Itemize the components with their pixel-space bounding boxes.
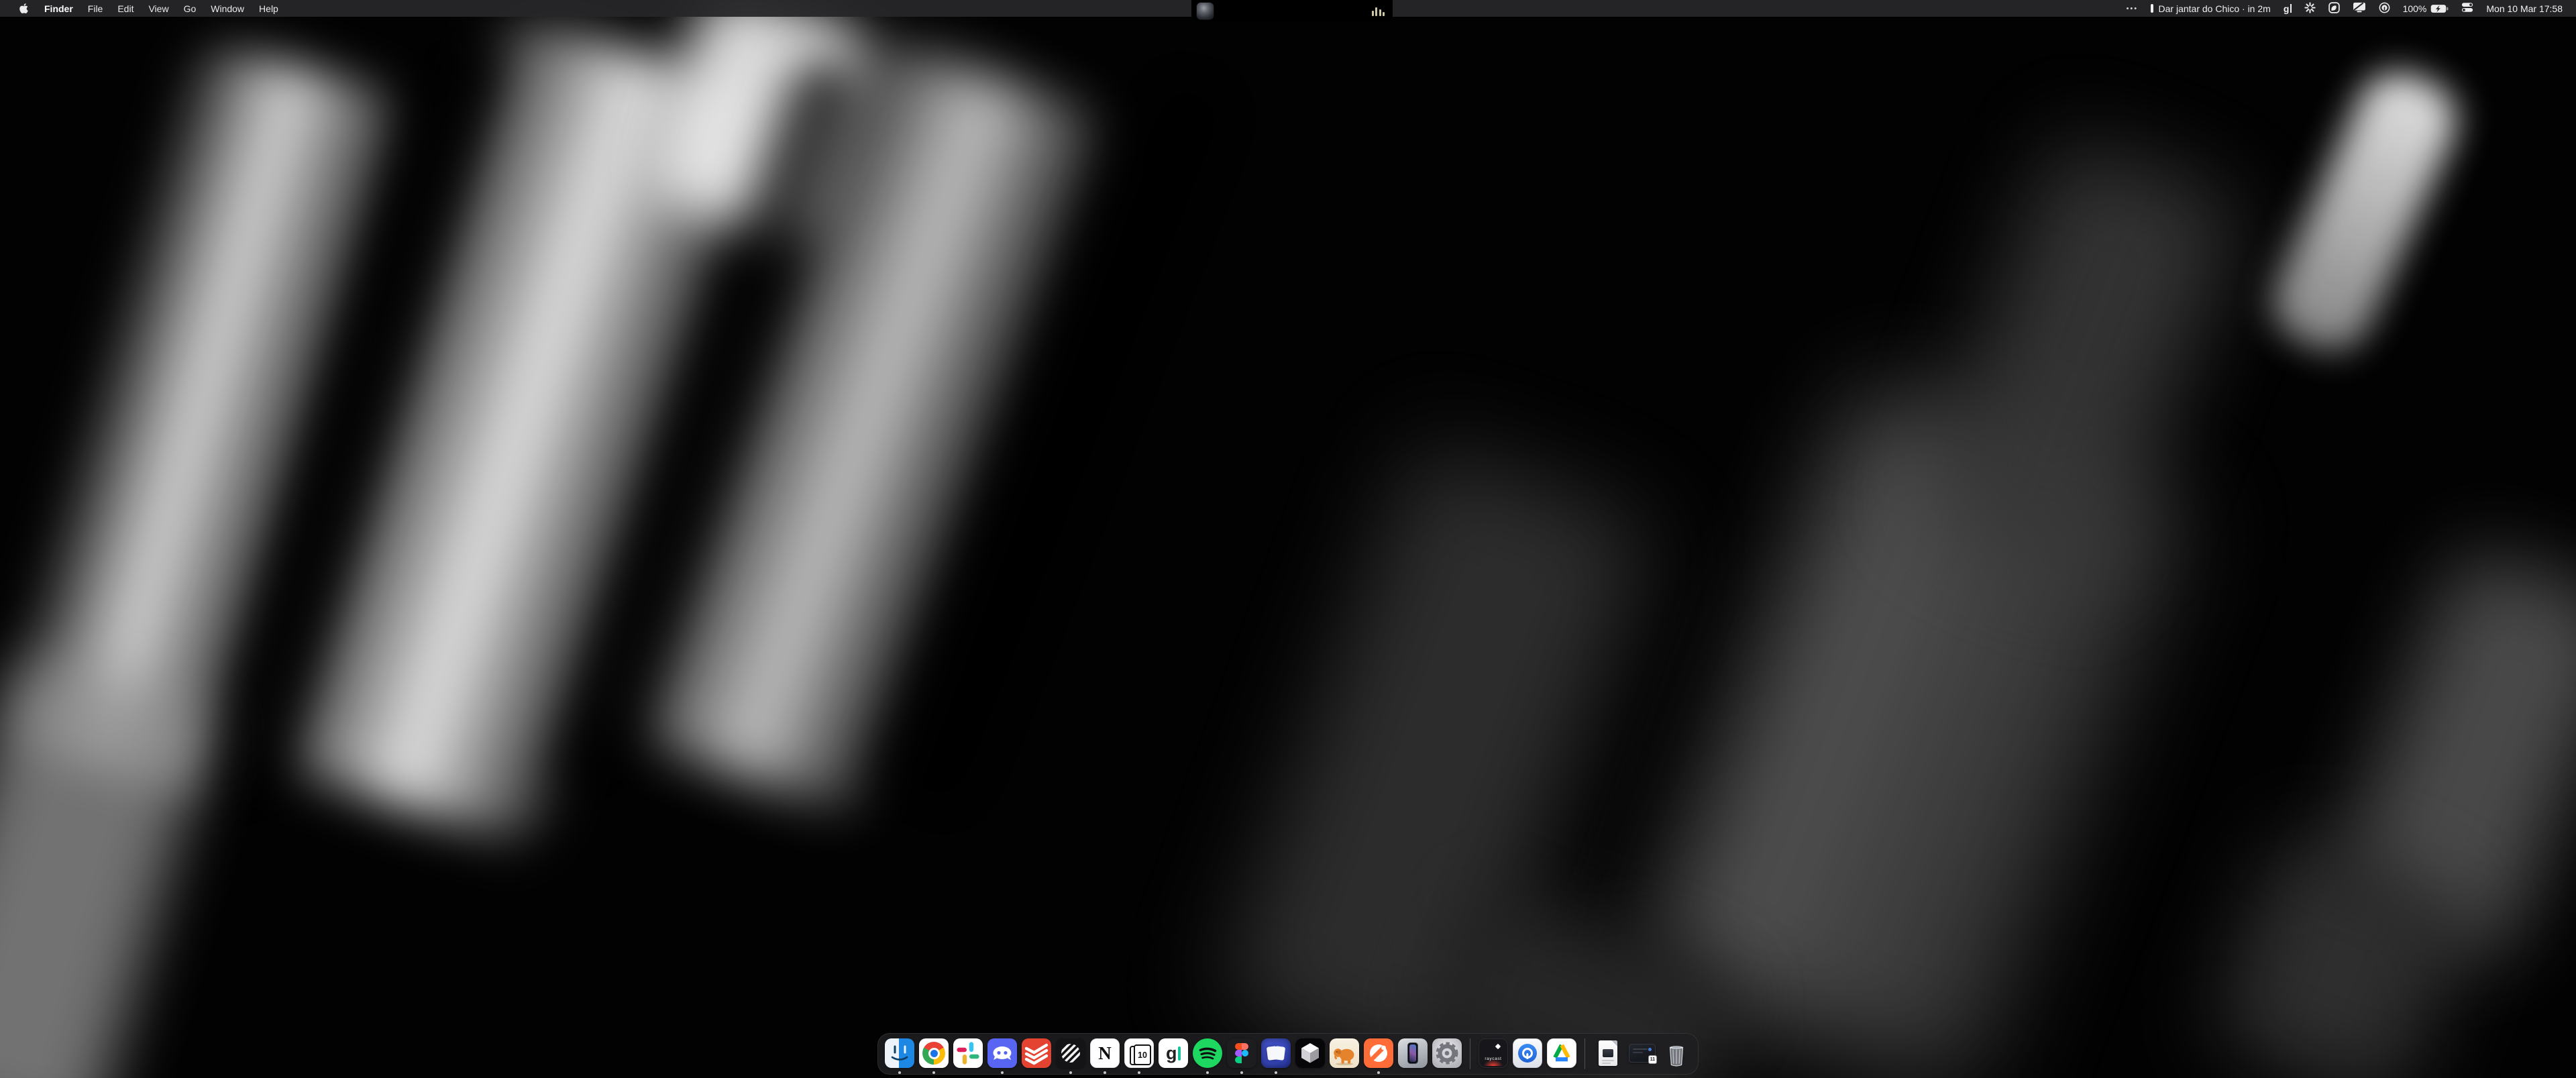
- menu-bar-clock[interactable]: Mon 10 Mar 17:58: [2486, 3, 2563, 14]
- apple-menu[interactable]: [11, 3, 37, 14]
- dock-item-figma[interactable]: [1227, 1038, 1256, 1075]
- running-indicator: [1206, 1071, 1209, 1074]
- display-mirroring-icon[interactable]: [2353, 2, 2366, 15]
- grammarly-g-glyph: g: [2284, 5, 2290, 13]
- screenshot-file-icon: 11: [1627, 1038, 1657, 1068]
- dock-item-elephant-app[interactable]: [1330, 1038, 1359, 1075]
- menu-go[interactable]: Go: [176, 0, 204, 17]
- calendar-badge: 11: [1648, 1055, 1657, 1064]
- dock-item-cube-app[interactable]: [1295, 1038, 1325, 1075]
- battery-status[interactable]: 100%: [2403, 3, 2449, 14]
- iphone-mirroring-icon: [1398, 1038, 1428, 1068]
- raycast-label: raycast: [1479, 1057, 1507, 1061]
- 1password-menu-icon[interactable]: [2379, 2, 2390, 15]
- calendar-day-number: 10: [1134, 1044, 1151, 1065]
- dock-item-discord[interactable]: [987, 1038, 1017, 1075]
- menu-finder[interactable]: Finder: [37, 0, 80, 17]
- notch-media-player[interactable]: [1191, 0, 1393, 22]
- hidden-items-overflow[interactable]: •••: [2127, 5, 2139, 13]
- wallpaper-streak: [2260, 59, 2469, 364]
- running-indicator: [932, 1071, 935, 1074]
- running-indicator: [1069, 1071, 1072, 1074]
- dock-item-slack[interactable]: [953, 1038, 983, 1075]
- raycast-spark: [1495, 1044, 1501, 1049]
- raycast-icon: raycast: [1479, 1038, 1508, 1068]
- menu-bar-left: Finder File Edit View Go Window Help: [11, 0, 286, 17]
- running-indicator: [1001, 1071, 1004, 1074]
- menu-file[interactable]: File: [80, 0, 111, 17]
- grammarly-menu-icon[interactable]: g: [2284, 4, 2292, 13]
- dock-item-document-file[interactable]: [1593, 1038, 1623, 1075]
- dock-item-spotify[interactable]: [1193, 1038, 1222, 1075]
- cube-app-icon: [1295, 1038, 1325, 1068]
- grammarly-g-glyph: g: [1166, 1044, 1177, 1062]
- dock-item-finder[interactable]: [885, 1038, 914, 1075]
- dock-item-raycast[interactable]: raycast: [1479, 1038, 1508, 1075]
- apple-logo-icon: [19, 3, 29, 14]
- running-indicator: [1240, 1071, 1243, 1074]
- album-art-thumbnail[interactable]: [1197, 3, 1214, 19]
- figma-icon: [1227, 1038, 1256, 1068]
- rounded-square-blob-icon[interactable]: [2328, 2, 2340, 15]
- finder-icon: [885, 1038, 914, 1068]
- dock-item-1password[interactable]: [1513, 1038, 1542, 1075]
- dock-item-todoist[interactable]: [1022, 1038, 1051, 1075]
- dock-item-trash[interactable]: [1662, 1038, 1691, 1075]
- control-center-icon[interactable]: [2461, 2, 2473, 15]
- battery-charging-icon: [2430, 4, 2449, 13]
- elephant-app-icon: [1330, 1038, 1359, 1068]
- document-file-icon: [1593, 1038, 1623, 1068]
- dock-item-linear[interactable]: [1056, 1038, 1085, 1075]
- dock-item-cards-app[interactable]: [1261, 1038, 1291, 1075]
- menu-bar-status: ••• Dar jantar do Chico · in 2m g 100%: [2127, 0, 2563, 17]
- wallpaper-streak: [1911, 132, 2248, 592]
- event-indicator-bar: [2151, 4, 2153, 13]
- system-settings-icon: [1432, 1038, 1462, 1068]
- discord-icon: [987, 1038, 1017, 1068]
- menu-help[interactable]: Help: [252, 0, 286, 17]
- google-drive-icon: [1547, 1038, 1576, 1068]
- menu-window[interactable]: Window: [203, 0, 252, 17]
- slack-icon: [953, 1038, 983, 1068]
- dock-item-chrome[interactable]: [919, 1038, 949, 1075]
- wallpaper-streak: [0, 652, 214, 1078]
- running-indicator: [1104, 1071, 1106, 1074]
- battery-percent: 100%: [2403, 3, 2427, 14]
- linear-icon: [1056, 1038, 1085, 1068]
- dock-item-notion[interactable]: N: [1090, 1038, 1120, 1075]
- desktop-wallpaper: [0, 0, 2576, 1078]
- dock-item-grammarly[interactable]: g: [1159, 1038, 1188, 1075]
- dock-item-postman[interactable]: [1364, 1038, 1393, 1075]
- running-indicator: [1138, 1071, 1140, 1074]
- running-indicator: [1275, 1071, 1277, 1074]
- dock-item-system-settings[interactable]: [1432, 1038, 1462, 1075]
- running-indicator: [898, 1071, 901, 1074]
- grammarly-cursor-bar: [2290, 4, 2292, 13]
- notion-n-glyph: N: [1098, 1043, 1112, 1064]
- dock-item-notion-calendar[interactable]: 10: [1124, 1038, 1154, 1075]
- todoist-icon: [1022, 1038, 1051, 1068]
- trash-icon: [1662, 1038, 1691, 1068]
- chrome-icon: [919, 1038, 949, 1068]
- dock-item-iphone-mirroring[interactable]: [1398, 1038, 1428, 1075]
- macos-desktop: Finder File Edit View Go Window Help •••…: [0, 0, 2576, 1078]
- grammarly-cursor-bar: [1178, 1046, 1181, 1061]
- menu-edit[interactable]: Edit: [110, 0, 141, 17]
- dock: N 10 g: [877, 1033, 1699, 1075]
- equalizer-bars-icon: [1372, 7, 1388, 16]
- postman-icon: [1364, 1038, 1393, 1068]
- event-text: Dar jantar do Chico · in 2m: [2159, 3, 2271, 14]
- calendar-event-widget[interactable]: Dar jantar do Chico · in 2m: [2151, 3, 2271, 14]
- grammarly-icon: g: [1159, 1038, 1188, 1068]
- notion-icon: N: [1090, 1038, 1120, 1068]
- running-indicator: [1377, 1071, 1380, 1074]
- menu-view[interactable]: View: [141, 0, 176, 17]
- notion-calendar-icon: 10: [1124, 1038, 1154, 1068]
- asterisk-gear-icon[interactable]: [2304, 2, 2316, 15]
- dock-item-google-drive[interactable]: [1547, 1038, 1576, 1075]
- 1password-icon: [1513, 1038, 1542, 1068]
- cards-app-icon: [1261, 1038, 1291, 1068]
- spotify-icon: [1193, 1038, 1222, 1068]
- dock-item-screenshot-file[interactable]: 11: [1627, 1038, 1657, 1075]
